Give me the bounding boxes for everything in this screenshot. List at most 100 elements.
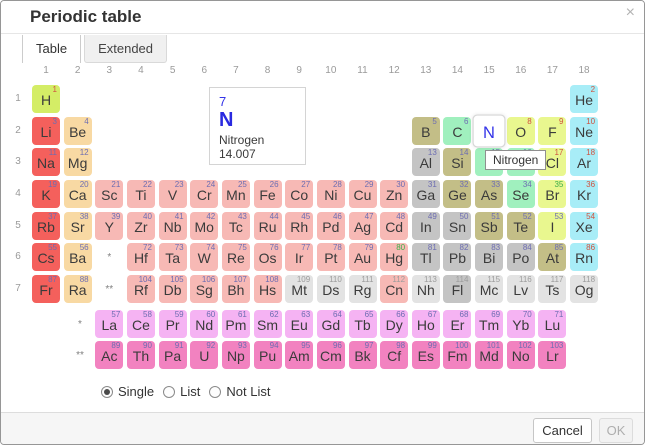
element-Al[interactable]: 13Al: [412, 148, 440, 176]
element-Pb[interactable]: 82Pb: [443, 243, 471, 271]
element-Na[interactable]: 11Na: [32, 148, 60, 176]
radio-single[interactable]: Single: [101, 384, 154, 399]
element-Og[interactable]: 118Og: [570, 275, 598, 303]
element-Y[interactable]: 39Y: [95, 212, 123, 240]
element-Au[interactable]: 79Au: [349, 243, 377, 271]
element-Ga[interactable]: 31Ga: [412, 180, 440, 208]
element-Mc[interactable]: 115Mc: [475, 275, 503, 303]
element-Md[interactable]: 101Md: [475, 341, 503, 369]
element-Ds[interactable]: 110Ds: [317, 275, 345, 303]
element-At[interactable]: 85At: [538, 243, 566, 271]
element-Cr[interactable]: 24Cr: [190, 180, 218, 208]
radio-list[interactable]: List: [163, 384, 200, 399]
element-C[interactable]: 6C: [443, 117, 471, 145]
radio-circle-icon[interactable]: [101, 386, 113, 398]
element-He[interactable]: 2He: [570, 85, 598, 113]
element-Bh[interactable]: 107Bh: [222, 275, 250, 303]
element-U[interactable]: 92U: [190, 341, 218, 369]
element-Po[interactable]: 84Po: [507, 243, 535, 271]
element-Kr[interactable]: 36Kr: [570, 180, 598, 208]
element-K[interactable]: 19K: [32, 180, 60, 208]
element-Lv[interactable]: 116Lv: [507, 275, 535, 303]
element-Er[interactable]: 68Er: [443, 310, 471, 338]
element-Os[interactable]: 76Os: [254, 243, 282, 271]
element-No[interactable]: 102No: [507, 341, 535, 369]
radio-circle-icon[interactable]: [163, 386, 175, 398]
element-Hf[interactable]: 72Hf: [127, 243, 155, 271]
element-Re[interactable]: 75Re: [222, 243, 250, 271]
element-Hs[interactable]: 108Hs: [254, 275, 282, 303]
element-Cn[interactable]: 112Cn: [380, 275, 408, 303]
element-Bk[interactable]: 97Bk: [349, 341, 377, 369]
element-Gd[interactable]: 64Gd: [317, 310, 345, 338]
element-Pm[interactable]: 61Pm: [222, 310, 250, 338]
element-La[interactable]: 57La: [95, 310, 123, 338]
element-Pa[interactable]: 91Pa: [159, 341, 187, 369]
element-Se[interactable]: 34Se: [507, 180, 535, 208]
element-Ge[interactable]: 32Ge: [443, 180, 471, 208]
element-Hg[interactable]: 80Hg: [380, 243, 408, 271]
element-Mo[interactable]: 42Mo: [190, 212, 218, 240]
element-Ca[interactable]: 20Ca: [64, 180, 92, 208]
element-Zr[interactable]: 40Zr: [127, 212, 155, 240]
element-N[interactable]: N: [473, 114, 506, 147]
element-H[interactable]: 1H: [32, 85, 60, 113]
element-Lr[interactable]: 103Lr: [538, 341, 566, 369]
element-I[interactable]: 53I: [538, 212, 566, 240]
close-icon[interactable]: ×: [626, 5, 635, 21]
element-Cf[interactable]: 98Cf: [380, 341, 408, 369]
element-Rg[interactable]: 111Rg: [349, 275, 377, 303]
element-Si[interactable]: 14Si: [443, 148, 471, 176]
radio-not-list[interactable]: Not List: [209, 384, 270, 399]
cancel-button[interactable]: Cancel: [533, 418, 592, 443]
element-Mn[interactable]: 25Mn: [222, 180, 250, 208]
element-Rf[interactable]: 104Rf: [127, 275, 155, 303]
element-Ra[interactable]: 88Ra: [64, 275, 92, 303]
element-Ce[interactable]: 58Ce: [127, 310, 155, 338]
element-Pu[interactable]: 94Pu: [254, 341, 282, 369]
element-V[interactable]: 23V: [159, 180, 187, 208]
element-Np[interactable]: 93Np: [222, 341, 250, 369]
element-Am[interactable]: 95Am: [285, 341, 313, 369]
element-Br[interactable]: 35Br: [538, 180, 566, 208]
element-Es[interactable]: 99Es: [412, 341, 440, 369]
ok-button[interactable]: OK: [599, 418, 633, 443]
element-Cs[interactable]: 55Cs: [32, 243, 60, 271]
element-Be[interactable]: 4Be: [64, 117, 92, 145]
element-O[interactable]: 8O: [507, 117, 535, 145]
element-Fr[interactable]: 87Fr: [32, 275, 60, 303]
element-Ni[interactable]: 28Ni: [317, 180, 345, 208]
element-Rb[interactable]: 37Rb: [32, 212, 60, 240]
element-Sr[interactable]: 38Sr: [64, 212, 92, 240]
element-Ag[interactable]: 47Ag: [349, 212, 377, 240]
element-Cm[interactable]: 96Cm: [317, 341, 345, 369]
element-Sm[interactable]: 62Sm: [254, 310, 282, 338]
element-Tl[interactable]: 81Tl: [412, 243, 440, 271]
element-Ba[interactable]: 56Ba: [64, 243, 92, 271]
element-Ar[interactable]: 18Ar: [570, 148, 598, 176]
element-Sc[interactable]: 21Sc: [95, 180, 123, 208]
element-Tc[interactable]: 43Tc: [222, 212, 250, 240]
element-F[interactable]: 9F: [538, 117, 566, 145]
element-Mg[interactable]: 12Mg: [64, 148, 92, 176]
element-Li[interactable]: 3Li: [32, 117, 60, 145]
element-Ir[interactable]: 77Ir: [285, 243, 313, 271]
element-Ta[interactable]: 73Ta: [159, 243, 187, 271]
element-Te[interactable]: 52Te: [507, 212, 535, 240]
element-Cu[interactable]: 29Cu: [349, 180, 377, 208]
element-Nb[interactable]: 41Nb: [159, 212, 187, 240]
element-Pr[interactable]: 59Pr: [159, 310, 187, 338]
element-Db[interactable]: 105Db: [159, 275, 187, 303]
element-Cd[interactable]: 48Cd: [380, 212, 408, 240]
element-B[interactable]: 5B: [412, 117, 440, 145]
element-Tb[interactable]: 65Tb: [349, 310, 377, 338]
element-Sn[interactable]: 50Sn: [443, 212, 471, 240]
element-Lu[interactable]: 71Lu: [538, 310, 566, 338]
element-Ru[interactable]: 44Ru: [254, 212, 282, 240]
element-Pd[interactable]: 46Pd: [317, 212, 345, 240]
element-As[interactable]: 33As: [475, 180, 503, 208]
tab-extended[interactable]: Extended: [84, 35, 167, 63]
element-Ti[interactable]: 22Ti: [127, 180, 155, 208]
element-Mt[interactable]: 109Mt: [285, 275, 313, 303]
element-Yb[interactable]: 70Yb: [507, 310, 535, 338]
